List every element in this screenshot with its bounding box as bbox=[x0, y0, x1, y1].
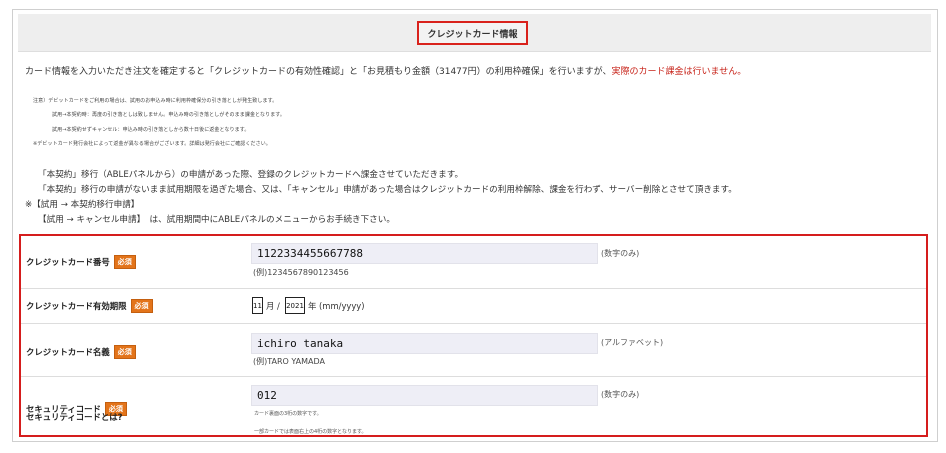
card-number-label-text: クレジットカード番号 bbox=[26, 257, 110, 267]
row-divider bbox=[21, 288, 926, 289]
debit-note-2: 試用→本契約時：再度の引き落としは致しません。申込み時の引き落としがそのまま課金… bbox=[52, 112, 285, 118]
card-number-label: クレジットカード番号 必須 bbox=[26, 255, 136, 269]
security-code-note-2: 一部カードでは表面右上の4桁の数字となります。 bbox=[254, 429, 367, 435]
card-name-label: クレジットカード名義 必須 bbox=[26, 345, 136, 359]
row-divider bbox=[21, 376, 926, 377]
security-code-help-link[interactable]: セキュリティコードとは? bbox=[26, 411, 122, 423]
card-number-input[interactable]: 1122334455667788 bbox=[251, 243, 598, 264]
expiry-year-select[interactable]: 2021 bbox=[285, 297, 305, 314]
security-code-input[interactable]: 012 bbox=[251, 385, 598, 406]
security-code-help-link-text[interactable]: セキュリティコードとは? bbox=[26, 411, 122, 423]
billing-message-3: ※【試用 → 本契約移行申請】 bbox=[25, 200, 140, 210]
expiry-month-unit: 月 / bbox=[266, 301, 280, 311]
expiry-month-select[interactable]: 11 bbox=[252, 297, 263, 314]
security-code-note-1: カード裏面の3桁の数字です。 bbox=[254, 411, 322, 417]
debit-note-4: ※デビットカード発行会社によって返金が異なる場合がございます。詳細は発行会社にご… bbox=[33, 141, 271, 147]
card-name-example: (例)TARO YAMADA bbox=[253, 357, 325, 366]
intro-text: カード情報を入力いただき注文を確定すると「クレジットカードの有効性確認」と「お見… bbox=[25, 64, 746, 77]
security-code-hint: (数字のみ) bbox=[601, 390, 640, 399]
intro-text-warning: 実際のカード課金は行いません。 bbox=[611, 67, 747, 77]
required-badge: 必須 bbox=[113, 255, 136, 269]
required-badge: 必須 bbox=[113, 345, 136, 359]
card-name-input[interactable]: ichiro tanaka bbox=[251, 333, 598, 354]
card-expiry-label-text: クレジットカード有効期限 bbox=[26, 301, 127, 311]
section-title: クレジットカード情報 bbox=[417, 21, 528, 45]
debit-note-3: 試用→本契約せずキャンセル：申込み時の引き落としから数十日後に返金となります。 bbox=[52, 127, 250, 133]
debit-note-1: 注意）デビットカードをご利用の場合は、試用のお申込み時に利用枠確保分の引き落とし… bbox=[33, 98, 278, 104]
card-number-hint: (数字のみ) bbox=[601, 249, 640, 258]
card-number-example: (例)1234567890123456 bbox=[253, 268, 349, 277]
card-expiry-label: クレジットカード有効期限 必須 bbox=[26, 299, 153, 313]
billing-message-1: 「本契約」移行（ABLEパネルから）の申請があった際、登録のクレジットカードへ課… bbox=[38, 170, 464, 180]
row-divider bbox=[21, 323, 926, 324]
billing-message-4: 【試用 → キャンセル申請】 は、試用期間中にABLEパネルのメニューからお手続… bbox=[38, 215, 395, 225]
required-badge: 必須 bbox=[130, 299, 153, 313]
card-name-hint: (アルファベット) bbox=[601, 338, 664, 347]
intro-text-main: カード情報を入力いただき注文を確定すると「クレジットカードの有効性確認」と「お見… bbox=[25, 67, 612, 77]
billing-message-2: 「本契約」移行の申請がないまま試用期限を過ぎた場合、又は、「キャンセル」申請があ… bbox=[38, 185, 737, 195]
expiry-year-unit: 年 (mm/yyyy) bbox=[308, 301, 365, 311]
card-name-label-text: クレジットカード名義 bbox=[26, 347, 110, 357]
